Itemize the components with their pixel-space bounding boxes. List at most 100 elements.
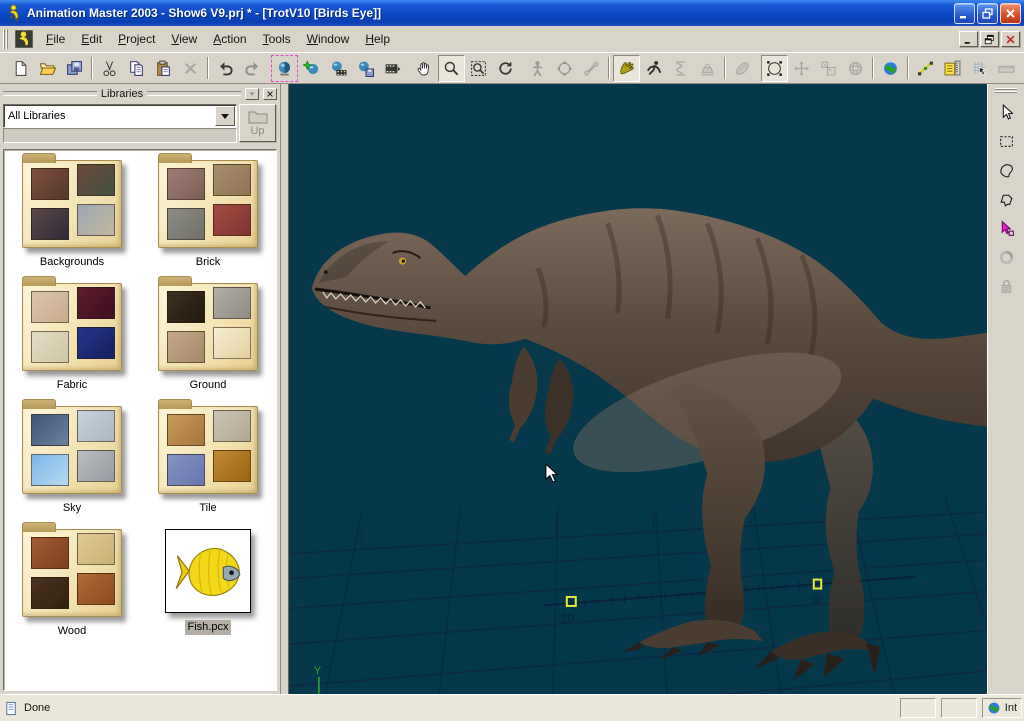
status-cell [941, 698, 977, 718]
library-item-ground[interactable]: Ground [144, 283, 272, 393]
fish-image [172, 538, 244, 604]
menu-tools[interactable]: Tools [256, 29, 298, 49]
menubar-grip[interactable] [3, 29, 8, 49]
mdi-minimize-button[interactable] [959, 31, 978, 47]
mdi-restore-button[interactable] [980, 31, 999, 47]
delete-icon [177, 55, 204, 82]
folder-icon[interactable] [22, 529, 122, 617]
library-item-fabric[interactable]: Fabric [8, 283, 136, 393]
menu-file[interactable]: File [39, 29, 72, 49]
create-animation-icon[interactable] [325, 55, 352, 82]
folder-icon[interactable] [22, 406, 122, 494]
library-item-label[interactable]: Fish.pcx [185, 620, 232, 635]
library-item-fish-pcx[interactable]: Fish.pcx [144, 529, 272, 639]
toolbar-separator [872, 57, 874, 79]
library-item-label[interactable]: Backgrounds [37, 255, 107, 270]
library-item-backgrounds[interactable]: Backgrounds [8, 160, 136, 270]
paste-icon[interactable] [150, 55, 177, 82]
library-item-brick[interactable]: Brick [144, 160, 272, 270]
texture-thumbnail [31, 168, 69, 200]
library-item-label[interactable]: Brick [193, 255, 223, 270]
cut-icon[interactable] [96, 55, 123, 82]
menu-project[interactable]: Project [111, 29, 162, 49]
spline-tool-icon[interactable] [912, 55, 939, 82]
render-mode-icon[interactable] [271, 55, 298, 82]
panel-rollup-button[interactable] [245, 88, 259, 100]
document-icon[interactable] [14, 29, 34, 49]
zoom-icon[interactable] [438, 55, 465, 82]
menu-view[interactable]: View [164, 29, 204, 49]
pointer-tool-icon[interactable] [992, 98, 1020, 126]
rect-select-tool-icon[interactable] [992, 127, 1020, 155]
texture-thumbnail [77, 573, 115, 605]
skeletal-action-icon[interactable] [640, 55, 667, 82]
pick-tool-icon[interactable] [992, 214, 1020, 242]
texture-thumbnail [213, 204, 251, 236]
library-list: Backgrounds Brick Fabric Ground Sky Tile Wood F… [3, 149, 277, 691]
lasso-tool-icon[interactable] [992, 156, 1020, 184]
library-item-label[interactable]: Ground [187, 378, 230, 393]
folder-icon[interactable] [158, 283, 258, 371]
bounding-mode-icon[interactable] [761, 55, 788, 82]
panel-splitter[interactable] [281, 84, 289, 694]
copy-icon[interactable] [123, 55, 150, 82]
menu-action[interactable]: Action [206, 29, 253, 49]
poly-lasso-tool-icon[interactable] [992, 185, 1020, 213]
texture-thumbnails [167, 168, 251, 238]
save-animation-icon[interactable] [352, 55, 379, 82]
menu-edit[interactable]: Edit [74, 29, 109, 49]
folder-icon[interactable] [158, 160, 258, 248]
texture-thumbnail [167, 168, 205, 200]
library-item-label[interactable]: Fabric [54, 378, 91, 393]
toolbar-separator [724, 57, 726, 79]
restore-button[interactable] [977, 3, 998, 24]
tool-palette [987, 84, 1024, 694]
close-button[interactable] [1000, 3, 1021, 24]
filmstrip-icon[interactable] [379, 55, 406, 82]
folder-icon[interactable] [22, 160, 122, 248]
zoom-fit-icon[interactable] [465, 55, 492, 82]
translate-mode-icon [788, 55, 815, 82]
texture-thumbnail [77, 287, 115, 319]
folder-icon[interactable] [158, 406, 258, 494]
muscle-mode-icon[interactable] [613, 55, 640, 82]
chevron-down-icon[interactable] [215, 106, 235, 126]
skeleton-mode-icon [524, 55, 551, 82]
library-item-tile[interactable]: Tile [144, 406, 272, 516]
panel-close-button[interactable] [263, 88, 277, 100]
library-item-label[interactable]: Tile [196, 501, 219, 516]
mdi-close-button[interactable] [1001, 31, 1020, 47]
weight-mode-icon [694, 55, 721, 82]
folder-icon[interactable] [22, 283, 122, 371]
open-project-icon[interactable] [34, 55, 61, 82]
undo-icon[interactable] [212, 55, 239, 82]
texture-thumbnail [167, 331, 205, 363]
pin-tool-icon[interactable] [1020, 55, 1024, 82]
menu-help[interactable]: Help [358, 29, 397, 49]
library-item-sky[interactable]: Sky [8, 406, 136, 516]
toolbar-separator [207, 57, 209, 79]
pan-hand-icon[interactable] [411, 55, 438, 82]
save-all-icon[interactable] [61, 55, 88, 82]
library-item-label[interactable]: Sky [60, 501, 84, 516]
measure-tool-icon[interactable] [939, 55, 966, 82]
library-item-wood[interactable]: Wood [8, 529, 136, 639]
image-thumbnail[interactable] [165, 529, 251, 613]
toolbar-separator [907, 57, 909, 79]
render-lock-icon[interactable] [298, 55, 325, 82]
statusbar: Done Int [0, 694, 1024, 721]
trex-model[interactable] [312, 208, 987, 681]
force-earth-icon[interactable] [877, 55, 904, 82]
grid-snap-icon[interactable] [966, 55, 993, 82]
viewport-3d[interactable]: 20 0 Y [289, 84, 987, 694]
minimize-button[interactable] [954, 3, 975, 24]
tool-palette-grip[interactable] [995, 88, 1017, 93]
menu-window[interactable]: Window [300, 29, 357, 49]
texture-thumbnail [213, 164, 251, 196]
library-item-label[interactable]: Wood [55, 624, 90, 639]
spring-mode-icon [667, 55, 694, 82]
frame-label-20: 20 [561, 611, 575, 625]
new-document-icon[interactable] [7, 55, 34, 82]
turn-view-icon[interactable] [492, 55, 519, 82]
library-filter-select[interactable]: All Libraries [3, 104, 237, 128]
